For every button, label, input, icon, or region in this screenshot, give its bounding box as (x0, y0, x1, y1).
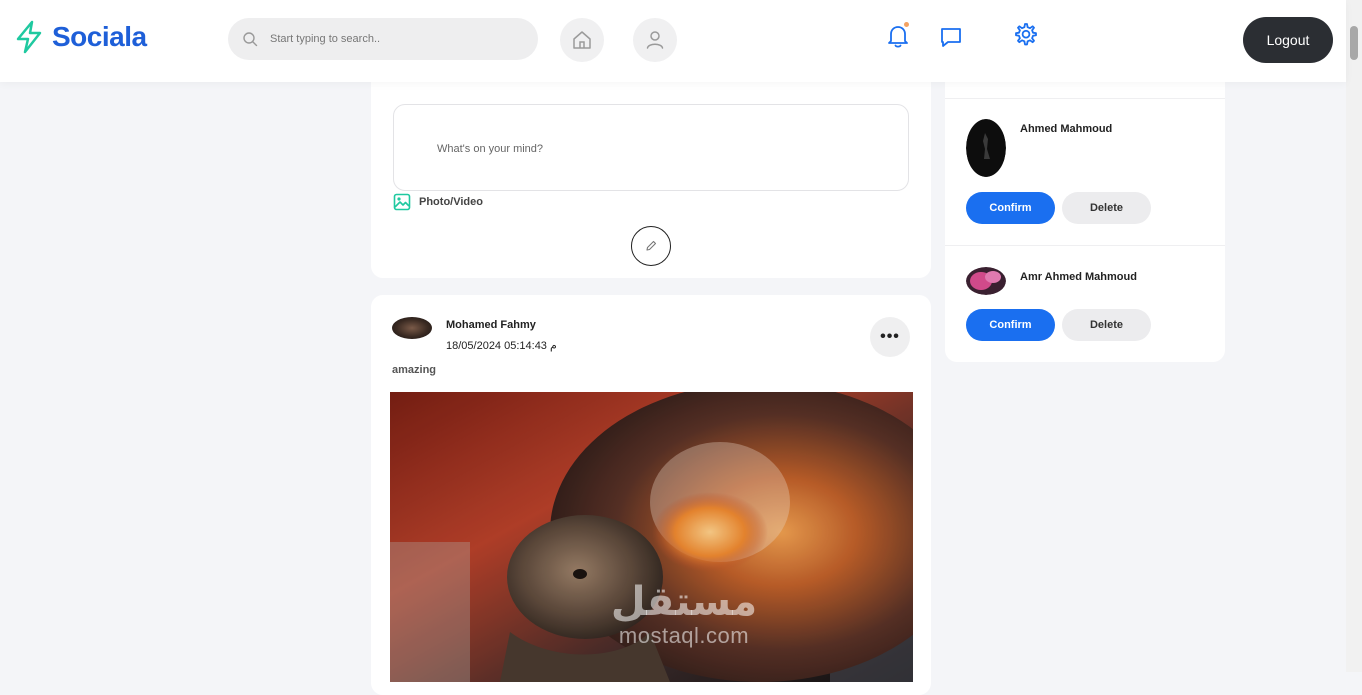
post-caption: amazing (392, 364, 437, 376)
confirm-button[interactable]: Confirm (966, 192, 1055, 224)
logout-button[interactable]: Logout (1243, 17, 1333, 63)
divider (945, 245, 1225, 246)
post-author-avatar[interactable] (392, 317, 432, 339)
gear-icon (1015, 23, 1037, 46)
create-post-card: What's on your mind? Photo/Video (371, 60, 931, 278)
search-input[interactable] (270, 33, 520, 45)
app-name: Sociala (52, 21, 147, 52)
chat-icon (941, 28, 961, 47)
image-icon (393, 193, 411, 211)
post-photo[interactable] (390, 392, 913, 682)
delete-button[interactable]: Delete (1062, 192, 1151, 224)
pencil-icon (646, 240, 657, 251)
post-author-name[interactable]: Mohamed Fahmy (446, 319, 536, 331)
scrollbar-thumb[interactable] (1350, 26, 1358, 60)
publish-post-button[interactable] (631, 226, 671, 266)
top-navigation-bar: Sociala Start typing to search.. Logout (0, 0, 1346, 82)
post-input[interactable]: What's on your mind? (393, 104, 909, 191)
avatar-photo (966, 119, 1006, 177)
notifications-button[interactable] (884, 22, 912, 50)
post-card: Mohamed Fahmy 18/05/2024 05:14:43 م ••• … (371, 295, 931, 695)
friend-request-avatar[interactable] (966, 267, 1006, 295)
friend-request-name[interactable]: Ahmed Mahmoud (1020, 123, 1112, 135)
notification-badge (904, 22, 909, 27)
page-scrollbar[interactable] (1346, 0, 1362, 672)
post-input-placeholder: What's on your mind? (437, 143, 544, 155)
app-logo[interactable]: Sociala (14, 20, 147, 54)
post-timestamp: 18/05/2024 05:14:43 م (446, 340, 557, 352)
divider (945, 98, 1225, 99)
search-bar[interactable] (228, 18, 538, 60)
profile-button[interactable] (633, 18, 677, 62)
home-icon (573, 31, 591, 49)
home-button[interactable] (560, 18, 604, 62)
friend-request-avatar[interactable] (966, 119, 1006, 177)
tortoise-photo (390, 392, 913, 682)
photo-video-label: Photo/Video (419, 196, 483, 208)
confirm-button[interactable]: Confirm (966, 309, 1055, 341)
settings-button[interactable] (1011, 21, 1039, 49)
photo-video-button[interactable]: Photo/Video (393, 193, 483, 211)
avatar-photo (966, 267, 1006, 295)
more-horizontal-icon: ••• (880, 328, 900, 345)
delete-button[interactable]: Delete (1062, 309, 1151, 341)
lightning-icon (16, 20, 42, 54)
post-options-button[interactable]: ••• (870, 317, 910, 357)
messages-button[interactable] (937, 23, 965, 51)
friend-requests-panel: Ahmed Mahmoud Confirm Delete Amr Ahmed M… (945, 82, 1225, 362)
user-icon (646, 31, 664, 49)
search-icon (243, 32, 258, 47)
friend-request-name[interactable]: Amr Ahmed Mahmoud (1020, 271, 1137, 283)
